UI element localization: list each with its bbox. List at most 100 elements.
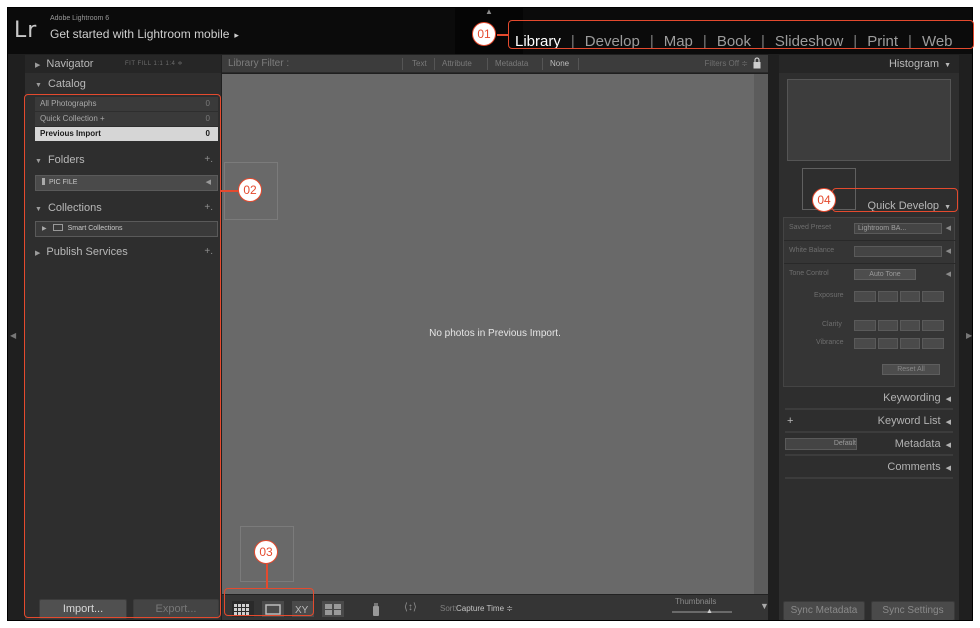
triangle-left-icon[interactable]: ◀: [946, 247, 951, 255]
triangle-down-icon: ▼: [944, 62, 951, 69]
survey-view-icon[interactable]: [322, 601, 344, 617]
library-filter-title: Library Filter :: [228, 58, 290, 69]
empty-grid-message: No photos in Previous Import.: [429, 328, 561, 339]
thumbnails-label: Thumbnails: [675, 597, 717, 606]
callout-03-highlight: [224, 588, 314, 616]
comments-header[interactable]: Comments ◀: [779, 458, 959, 476]
vibrance-decrease-button[interactable]: [878, 338, 898, 349]
catalog-header[interactable]: ▼ Catalog: [25, 75, 221, 93]
filter-tab-attribute[interactable]: Attribute: [442, 59, 472, 68]
keywording-header[interactable]: Keywording ◀: [779, 389, 959, 407]
sort-dropdown[interactable]: Capture Time ≑: [456, 604, 513, 613]
vibrance-increase-large-button[interactable]: [922, 338, 944, 349]
filter-separator: [402, 58, 403, 70]
clarity-label: Clarity: [822, 321, 842, 328]
callout-02-badge: 02: [238, 178, 262, 202]
triangle-left-icon: ◀: [945, 442, 951, 449]
metadata-preset-dropdown[interactable]: Default ≑: [785, 438, 857, 450]
saved-preset-label: Saved Preset: [789, 224, 832, 231]
filter-tab-metadata[interactable]: Metadata: [495, 59, 528, 68]
quick-develop-panel: Saved Preset Lightroom BA... ◀ White Bal…: [783, 217, 956, 387]
toolbar-content-menu-icon[interactable]: ▼: [760, 601, 769, 611]
histogram-title: Histogram: [888, 58, 940, 70]
callout-03-leader: [266, 564, 268, 588]
exposure-increase-button[interactable]: [900, 291, 920, 302]
filter-tab-text[interactable]: Text: [412, 59, 427, 68]
divider: [785, 408, 953, 410]
callout-02-highlight: [24, 94, 221, 618]
keyword-list-title: Keyword List: [877, 415, 941, 427]
triangle-left-icon[interactable]: ◀: [946, 270, 951, 278]
sort-direction-icon[interactable]: ⟨↕⟩: [404, 602, 417, 618]
histogram-display: [787, 79, 951, 161]
clarity-decrease-button[interactable]: [878, 320, 898, 331]
grid-view[interactable]: No photos in Previous Import.: [222, 74, 768, 594]
lock-icon[interactable]: [753, 57, 761, 69]
right-panel-toggle[interactable]: ▶: [964, 55, 972, 620]
filter-tab-none[interactable]: None: [550, 59, 569, 68]
triangle-up-icon: ▲: [485, 7, 493, 16]
navigator-zoom-options[interactable]: FIT FILL 1:1 1:4 ≑: [125, 55, 183, 73]
divider: [785, 431, 953, 433]
callout-04-highlight: [832, 188, 958, 212]
callout-04-badge: 04: [812, 188, 836, 212]
vibrance-decrease-large-button[interactable]: [854, 338, 876, 349]
triangle-left-icon: ◀: [945, 396, 951, 403]
filter-presets-dropdown[interactable]: Filters Off ≑: [705, 59, 748, 68]
sync-settings-button[interactable]: Sync Settings: [871, 601, 955, 620]
callout-01-badge: 01: [472, 22, 496, 46]
vibrance-row: Vibrance: [784, 336, 956, 354]
comments-title: Comments: [887, 461, 941, 473]
thumbnail-size-slider[interactable]: [672, 611, 732, 613]
histogram-header[interactable]: Histogram ▼: [779, 55, 959, 73]
spray-can-icon[interactable]: [370, 601, 382, 617]
grid-scrollbar[interactable]: [754, 74, 768, 594]
vibrance-increase-button[interactable]: [900, 338, 920, 349]
library-filter-bar: Library Filter : Text Attribute Metadata…: [222, 55, 768, 73]
divider: [785, 477, 953, 479]
divider: [784, 240, 956, 241]
slider-knob-icon[interactable]: ▲: [706, 608, 713, 615]
callout-02-leader: [221, 190, 239, 192]
triangle-down-icon: ▼: [35, 82, 42, 89]
navigator-title: Navigator: [46, 58, 94, 70]
keyword-list-header[interactable]: + Keyword List ◀: [779, 412, 959, 430]
callout-01-leader: [497, 34, 509, 36]
white-balance-label: White Balance: [789, 247, 835, 254]
triangle-left-icon[interactable]: ◀: [946, 224, 951, 232]
exposure-decrease-button[interactable]: [878, 291, 898, 302]
left-panel-toggle[interactable]: ◀: [8, 55, 18, 620]
clarity-decrease-large-button[interactable]: [854, 320, 876, 331]
keywording-title: Keywording: [883, 392, 941, 404]
clarity-increase-button[interactable]: [900, 320, 920, 331]
catalog-title: Catalog: [47, 78, 86, 90]
filter-separator: [434, 58, 435, 70]
mobile-link-label: Get started with Lightroom mobile: [50, 27, 230, 41]
navigator-header[interactable]: ▶ Navigator FIT FILL 1:1 1:4 ≑: [25, 55, 221, 73]
tone-control-label: Tone Control: [789, 270, 829, 277]
exposure-row: Exposure: [784, 289, 956, 307]
filter-separator: [487, 58, 488, 70]
white-balance-row: White Balance ◀: [784, 244, 956, 262]
sync-metadata-button[interactable]: Sync Metadata: [783, 601, 865, 620]
exposure-increase-large-button[interactable]: [922, 291, 944, 302]
filter-separator: [578, 58, 579, 70]
reset-all-button[interactable]: Reset All: [882, 364, 940, 375]
divider: [785, 454, 953, 456]
mobile-link[interactable]: Get started with Lightroom mobile ▸: [50, 27, 239, 41]
divider: [784, 263, 956, 264]
exposure-decrease-large-button[interactable]: [854, 291, 876, 302]
exposure-label: Exposure: [814, 292, 844, 299]
triangle-left-icon: ◀: [945, 465, 951, 472]
auto-tone-button[interactable]: Auto Tone: [854, 269, 916, 280]
callout-01-highlight: [508, 20, 974, 49]
triangle-right-icon: ▶: [35, 62, 41, 69]
sort-label: Sort:: [440, 604, 457, 613]
metadata-header[interactable]: Default ≑ Metadata ◀: [779, 435, 959, 453]
add-keyword-icon[interactable]: +: [787, 412, 793, 430]
triangle-left-icon: ◀: [10, 331, 17, 340]
white-balance-dropdown[interactable]: [854, 246, 942, 257]
clarity-increase-large-button[interactable]: [922, 320, 944, 331]
saved-preset-dropdown[interactable]: Lightroom BA...: [854, 223, 942, 234]
dropdown-arrows-icon: ≑: [847, 440, 853, 447]
